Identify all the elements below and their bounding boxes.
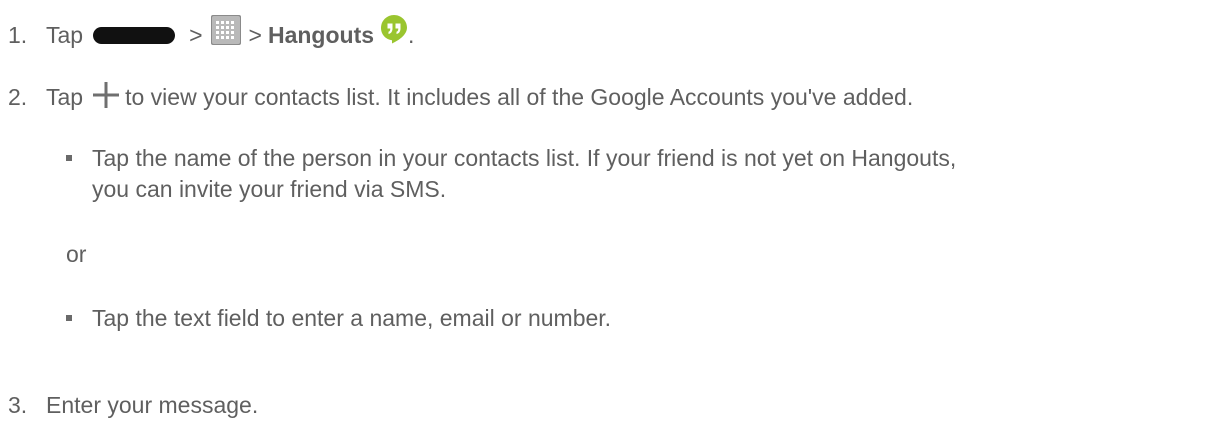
step-3: 3. Enter your message. bbox=[8, 392, 258, 419]
app-name-hangouts: Hangouts bbox=[267, 21, 375, 48]
apps-grid-icon bbox=[210, 15, 241, 45]
step-1: 1. Tap > > Hangouts . bbox=[8, 15, 415, 50]
bullet-text-line-2: you can invite your friend via SMS. bbox=[92, 176, 447, 202]
step-number: 3. bbox=[8, 392, 28, 418]
step-number: 1. bbox=[8, 21, 28, 48]
bullet-item: Tap the name of the person in your conta… bbox=[66, 143, 956, 205]
tap-text: Tap bbox=[46, 83, 84, 110]
separator: > bbox=[189, 21, 203, 48]
step-2: 2. Tap to view your contacts list. It in… bbox=[8, 82, 913, 112]
hangouts-icon bbox=[380, 14, 408, 44]
bullet-square-icon bbox=[66, 315, 72, 321]
home-key-icon bbox=[93, 26, 176, 44]
bullet-text-line-1: Tap the name of the person in your conta… bbox=[92, 145, 957, 171]
step-period: . bbox=[408, 21, 415, 48]
step-2-text: to view your contacts list. It includes … bbox=[125, 83, 914, 110]
or-text: or bbox=[66, 241, 87, 267]
separator: > bbox=[248, 21, 262, 48]
tap-text: Tap bbox=[46, 21, 84, 48]
bullet-text: Tap the text field to enter a name, emai… bbox=[92, 305, 612, 331]
plus-icon bbox=[91, 80, 121, 110]
bullet-square-icon bbox=[66, 155, 72, 161]
step-3-text: Enter your message. bbox=[46, 392, 259, 418]
step-number: 2. bbox=[8, 83, 28, 110]
bullet-item: Tap the text field to enter a name, emai… bbox=[66, 303, 611, 334]
